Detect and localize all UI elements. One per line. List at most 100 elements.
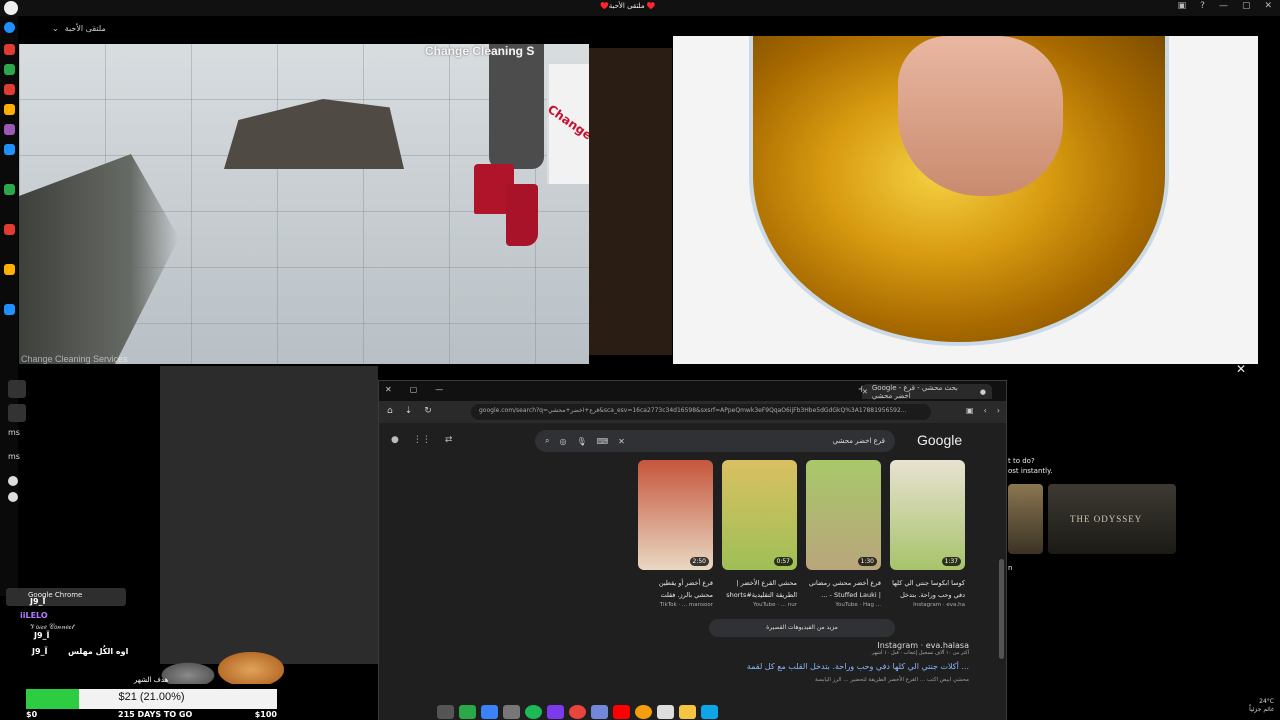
more-short-videos-label: مزيد من الفيديوهات القصيرة xyxy=(766,624,838,631)
video-player-right[interactable] xyxy=(673,36,1258,364)
minus-icon[interactable] xyxy=(8,476,18,486)
help-icon[interactable]: ? xyxy=(1200,1,1205,11)
video-thumbnail[interactable]: 2:50 xyxy=(638,460,713,570)
app-icon[interactable] xyxy=(4,184,15,195)
video-title[interactable]: محشي القرع الأخضر | الطريقة التقليدية#sh… xyxy=(722,577,797,601)
avatar[interactable] xyxy=(8,404,26,422)
overlay-line: اوه الكُل مهلس xyxy=(68,647,129,656)
maximize-button[interactable]: ▢ xyxy=(1242,1,1251,11)
close-button[interactable]: ✕ xyxy=(1264,1,1272,11)
chrome-icon[interactable] xyxy=(569,705,586,719)
back-icon[interactable]: ‹ xyxy=(984,406,987,415)
google-favicon-icon: ● xyxy=(979,387,986,396)
home-icon[interactable]: ⌂ xyxy=(387,406,393,416)
minimize-icon[interactable]: — xyxy=(435,385,443,394)
tab-close-icon[interactable]: ✕ xyxy=(862,388,868,396)
mouse-sticker xyxy=(160,662,216,684)
avatar[interactable] xyxy=(8,380,26,398)
app-icon[interactable] xyxy=(4,144,15,155)
video-card[interactable]: 1:37 كوسا ابكوسا جنتي الي كلها دفي وحب ور… xyxy=(890,460,965,608)
nav-forward-back: ▣ ‹ › xyxy=(966,406,1000,415)
video-title[interactable]: قرع أخضر محشي رمضاني | Stuffed Lauki - .… xyxy=(806,577,881,601)
window-controls: ▣ ? — ▢ ✕ xyxy=(1178,1,1272,11)
video-watermark: Change Cleaning Services xyxy=(21,354,128,364)
downloads-icon[interactable]: ⇣ xyxy=(405,406,413,416)
maximize-icon[interactable]: ▢ xyxy=(410,385,418,394)
more-short-videos-button[interactable]: مزيد من الفيديوهات القصيرة xyxy=(709,619,895,637)
left-rail xyxy=(0,16,18,596)
extension-icon[interactable]: ▣ xyxy=(966,406,974,415)
keyboard-icon[interactable] xyxy=(503,705,520,719)
address-bar[interactable]: google.com/search?q=قرع+اخضر+محشي&sca_es… xyxy=(471,404,931,420)
browser-tab[interactable]: ✕ Google - بحث محشي - قرع اخضر محشي ● xyxy=(862,384,992,400)
youtube-icon[interactable] xyxy=(613,705,630,719)
settings-icon[interactable] xyxy=(437,705,454,719)
desktop: ♥️ملتقى الأحبة ♥️ ▣ ? — ▢ ✕ ⌄ ملتقى الأح… xyxy=(0,0,1280,720)
video-thumbnail[interactable]: THE ODYSSEY xyxy=(1048,484,1176,554)
home-icon[interactable] xyxy=(4,22,15,33)
share-icon[interactable]: ⇄ xyxy=(445,435,453,445)
app-icon[interactable] xyxy=(481,705,498,719)
tab-bar: ✕ ▢ — + ✕ Google - بحث محشي - قرع اخضر م… xyxy=(379,381,1006,401)
account-icon[interactable]: ● xyxy=(391,435,399,445)
keyboard-icon[interactable]: ⌨ xyxy=(597,437,609,446)
video-thumbnail[interactable]: 0:57 xyxy=(722,460,797,570)
hand xyxy=(898,36,1063,196)
close-icon[interactable]: ✕ xyxy=(385,385,392,394)
google-logo[interactable]: Google xyxy=(917,432,962,448)
lens-icon[interactable]: ◎ xyxy=(559,437,566,446)
weather-temp[interactable]: 24°C xyxy=(1249,698,1274,706)
goal-amount: $21 (21.00%) xyxy=(118,691,185,703)
settings-icon[interactable] xyxy=(8,492,18,502)
pip-icon[interactable]: ▣ xyxy=(1178,1,1187,11)
edge-icon[interactable] xyxy=(701,705,718,719)
video-thumbnail[interactable] xyxy=(1008,484,1043,554)
video-thumbnail[interactable]: 1:37 xyxy=(890,460,965,570)
video-title[interactable]: كوسا ابكوسا جنتي الي كلها دفي وحب وراحة.… xyxy=(890,577,965,601)
chevron-down-icon[interactable]: ⌄ xyxy=(52,24,59,33)
app-icon[interactable] xyxy=(4,124,15,135)
video-player-left[interactable]: Change Cle Change Cleaning S Change Clea… xyxy=(19,44,589,364)
video-title[interactable]: قرع أخضر أو يقطين محشي بالرز. فقلت البيت… xyxy=(638,577,713,601)
app-icon[interactable] xyxy=(4,64,15,75)
result-site[interactable]: Instagram · eva.halasa xyxy=(709,641,969,650)
search-input[interactable]: ⌕ ◎ 🎙 ⌨ ✕ قرع اخضر محشي xyxy=(535,430,895,452)
search-icon[interactable]: ⌕ xyxy=(545,436,549,446)
clear-icon[interactable]: ✕ xyxy=(618,437,625,446)
app-icon[interactable] xyxy=(4,224,15,235)
ms-icon[interactable]: ms xyxy=(8,452,26,470)
app-icon[interactable] xyxy=(4,304,15,315)
short-videos-carousel: 2:50 قرع أخضر أو يقطين محشي بالرز. فقلت ا… xyxy=(638,460,965,608)
app-icon[interactable] xyxy=(4,264,15,275)
discord-icon[interactable] xyxy=(591,705,608,719)
app-icon[interactable] xyxy=(4,104,15,115)
app-icon[interactable] xyxy=(547,705,564,719)
chat-user: J9_Ï xyxy=(30,597,46,606)
mic-icon[interactable]: 🎙 xyxy=(576,437,586,446)
minimize-button[interactable]: — xyxy=(1219,1,1228,11)
app-icon[interactable] xyxy=(657,705,674,719)
reload-icon[interactable]: ↻ xyxy=(424,406,432,416)
video-duration: 0:57 xyxy=(773,557,793,566)
weather-text[interactable]: غائم جزئياً xyxy=(1249,706,1274,714)
goal-title: هدف الشهر xyxy=(134,676,169,684)
result-link[interactable]: أكلات جنتي الي كلها دفي وحب وراحة. بتدخل… xyxy=(709,662,969,671)
scrollbar[interactable] xyxy=(999,559,1004,659)
video-card[interactable]: 1:30 قرع أخضر محشي رمضاني | Stuffed Lauki… xyxy=(806,460,881,608)
ms-icon[interactable]: ms xyxy=(8,428,26,446)
spotify-icon[interactable] xyxy=(525,705,542,719)
app-icon[interactable] xyxy=(459,705,476,719)
app-icon[interactable] xyxy=(4,84,15,95)
app-icon[interactable] xyxy=(4,44,15,55)
folder-icon[interactable] xyxy=(679,705,696,719)
video-card[interactable]: 2:50 قرع أخضر أو يقطين محشي بالرز. فقلت ا… xyxy=(638,460,713,608)
window-title: ♥️ملتقى الأحبة ♥️ xyxy=(600,2,656,10)
chat-room-name[interactable]: ملتقى الأحبة xyxy=(65,24,106,33)
right-panel-text: t to do? ost instantly. xyxy=(1008,456,1052,476)
app-icon[interactable] xyxy=(635,705,652,719)
close-icon[interactable]: ✕ xyxy=(1236,362,1246,376)
forward-icon[interactable]: › xyxy=(997,406,1000,415)
apps-grid-icon[interactable]: ⋮⋮ xyxy=(413,435,431,445)
video-thumbnail[interactable]: 1:30 xyxy=(806,460,881,570)
video-card[interactable]: 0:57 محشي القرع الأخضر | الطريقة التقليدي… xyxy=(722,460,797,608)
